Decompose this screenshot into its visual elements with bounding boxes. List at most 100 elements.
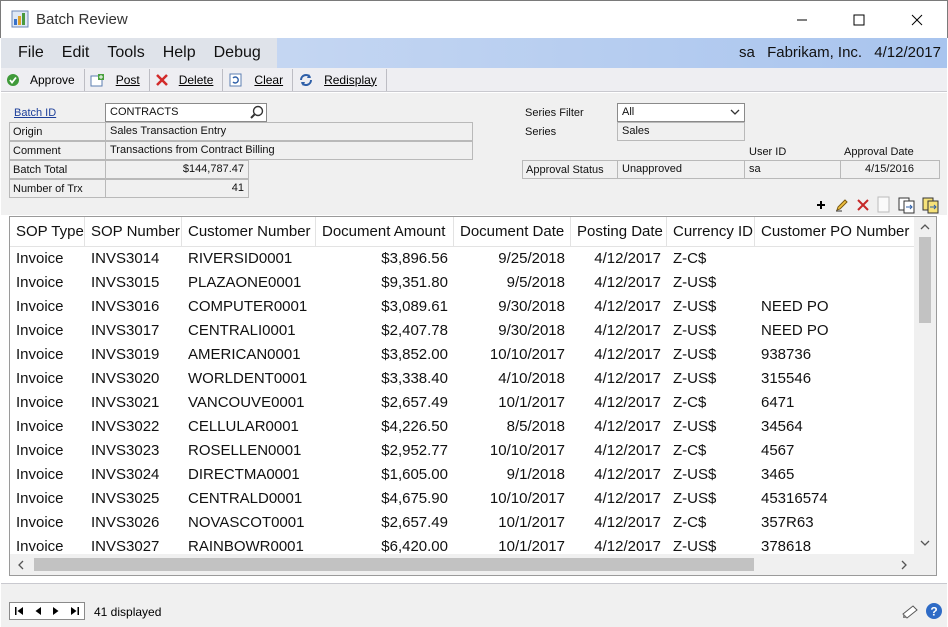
cell-currency-id: Z-US$ bbox=[673, 322, 717, 339]
add-row-icon[interactable] bbox=[814, 198, 828, 212]
table-row[interactable]: Invoice INVS3025 CENTRALD0001 $4,675.90 10/1… bbox=[10, 487, 916, 511]
cell-sop-number: INVS3022 bbox=[91, 418, 160, 435]
cell-currency-id: Z-US$ bbox=[673, 466, 717, 483]
column-posting-date[interactable]: Posting Date bbox=[571, 217, 667, 247]
cell-customer-number: CENTRALD0001 bbox=[188, 490, 303, 507]
menu-debug[interactable]: Debug bbox=[205, 44, 270, 62]
cell-sop-number: INVS3021 bbox=[91, 394, 160, 411]
cell-document-date: 8/5/2018 bbox=[506, 418, 565, 435]
cell-document-date: 4/10/2018 bbox=[498, 370, 565, 387]
cell-document-amount: $4,226.50 bbox=[381, 418, 448, 435]
approval-status-field: Unapproved bbox=[617, 160, 745, 179]
previous-record-icon[interactable] bbox=[33, 606, 43, 616]
cell-posting-date: 4/12/2017 bbox=[594, 466, 661, 483]
cell-customer-po bbox=[755, 271, 916, 295]
series-filter-select[interactable]: All bbox=[617, 103, 745, 122]
cell-document-amount: $2,657.49 bbox=[381, 514, 448, 531]
note-icon[interactable] bbox=[901, 602, 919, 620]
cell-currency-id: Z-US$ bbox=[673, 346, 717, 363]
series-filter-value: All bbox=[622, 106, 635, 118]
column-document-date[interactable]: Document Date bbox=[454, 217, 571, 247]
cell-posting-date: 4/12/2017 bbox=[594, 298, 661, 315]
menu-help[interactable]: Help bbox=[154, 44, 205, 62]
vertical-scroll-thumb[interactable] bbox=[919, 237, 931, 323]
grid-toolbar bbox=[814, 194, 940, 216]
table-row[interactable]: Invoice INVS3026 NOVASCOT0001 $2,657.49 10/1… bbox=[10, 511, 916, 535]
cell-sop-number: INVS3024 bbox=[91, 466, 160, 483]
vertical-scrollbar[interactable] bbox=[914, 217, 936, 555]
column-currency-id[interactable]: Currency ID bbox=[667, 217, 755, 247]
app-icon bbox=[11, 10, 29, 28]
delete-row-icon[interactable] bbox=[856, 198, 870, 212]
clear-button[interactable]: Clear bbox=[223, 68, 294, 91]
cell-currency-id: Z-US$ bbox=[673, 274, 717, 291]
minimize-button[interactable] bbox=[779, 1, 825, 39]
cell-document-amount: $3,896.56 bbox=[381, 250, 448, 267]
comment-label: Comment bbox=[9, 141, 106, 160]
last-record-icon[interactable] bbox=[70, 606, 80, 616]
comment-field: Transactions from Contract Billing bbox=[105, 141, 473, 160]
lookup-icon[interactable] bbox=[249, 104, 265, 120]
horizontal-scroll-thumb[interactable] bbox=[34, 558, 754, 571]
table-row[interactable]: Invoice INVS3021 VANCOUVE0001 $2,657.49 10/1… bbox=[10, 391, 916, 415]
collapse-rows-icon[interactable] bbox=[922, 196, 940, 214]
column-sop-number[interactable]: SOP Number bbox=[85, 217, 182, 247]
cell-document-date: 10/1/2017 bbox=[498, 394, 565, 411]
cell-customer-number: CELLULAR0001 bbox=[188, 418, 299, 435]
cell-document-date: 9/5/2018 bbox=[506, 274, 565, 291]
table-row[interactable]: Invoice INVS3024 DIRECTMA0001 $1,605.00 9/1/… bbox=[10, 463, 916, 487]
batch-id-link[interactable]: Batch ID bbox=[11, 104, 106, 123]
scroll-up-icon[interactable] bbox=[919, 223, 931, 231]
menu-edit[interactable]: Edit bbox=[53, 44, 99, 62]
batch-id-field[interactable]: CONTRACTS bbox=[105, 103, 267, 122]
cell-sop-number: INVS3025 bbox=[91, 490, 160, 507]
menu-file[interactable]: File bbox=[1, 44, 53, 62]
user-id-field: sa bbox=[744, 160, 841, 179]
scroll-left-icon[interactable] bbox=[17, 559, 25, 571]
column-customer-po[interactable]: Customer PO Number bbox=[755, 217, 916, 247]
table-row[interactable]: Invoice INVS3015 PLAZAONE0001 $9,351.80 9/5/… bbox=[10, 271, 916, 295]
scroll-right-icon[interactable] bbox=[900, 559, 908, 571]
transactions-grid[interactable]: SOP Type SOP Number Customer Number Docu… bbox=[9, 216, 937, 576]
table-row[interactable]: Invoice INVS3016 COMPUTER0001 $3,089.61 9/30… bbox=[10, 295, 916, 319]
cell-sop-number: INVS3020 bbox=[91, 370, 160, 387]
column-document-amount[interactable]: Document Amount bbox=[316, 217, 454, 247]
table-row[interactable]: Invoice INVS3019 AMERICAN0001 $3,852.00 10/1… bbox=[10, 343, 916, 367]
cell-sop-type: Invoice bbox=[16, 466, 64, 483]
approve-button[interactable]: Approve bbox=[1, 68, 85, 91]
close-button[interactable] bbox=[894, 1, 940, 39]
document-icon[interactable] bbox=[876, 196, 892, 214]
cell-document-date: 10/10/2017 bbox=[489, 490, 565, 507]
post-button[interactable]: Post bbox=[85, 68, 150, 91]
next-record-icon[interactable] bbox=[51, 606, 61, 616]
cell-document-date: 9/30/2018 bbox=[498, 322, 565, 339]
delete-button[interactable]: Delete bbox=[150, 68, 224, 91]
cell-customer-po: 315546 bbox=[761, 370, 812, 387]
redisplay-button[interactable]: Redisplay bbox=[293, 68, 387, 91]
cell-customer-number: RIVERSID0001 bbox=[188, 250, 293, 267]
table-row[interactable]: Invoice INVS3020 WORLDENT0001 $3,338.40 4/10… bbox=[10, 367, 916, 391]
help-icon[interactable]: ? bbox=[925, 602, 943, 620]
column-sop-type[interactable]: SOP Type bbox=[10, 217, 85, 247]
table-row[interactable]: Invoice INVS3017 CENTRALI0001 $2,407.78 9/30… bbox=[10, 319, 916, 343]
menu-tools[interactable]: Tools bbox=[98, 44, 153, 62]
cell-sop-type: Invoice bbox=[16, 274, 64, 291]
clear-icon bbox=[229, 73, 242, 86]
cell-document-amount: $2,407.78 bbox=[381, 322, 448, 339]
horizontal-scrollbar[interactable] bbox=[10, 554, 936, 575]
first-record-icon[interactable] bbox=[14, 606, 24, 616]
cell-posting-date: 4/12/2017 bbox=[594, 394, 661, 411]
table-row[interactable]: Invoice INVS3023 ROSELLEN0001 $2,952.77 10/1… bbox=[10, 439, 916, 463]
approval-status-label: Approval Status bbox=[522, 160, 618, 179]
series-field: Sales bbox=[617, 122, 745, 141]
edit-icon[interactable] bbox=[834, 197, 850, 213]
cell-posting-date: 4/12/2017 bbox=[594, 274, 661, 291]
scroll-down-icon[interactable] bbox=[919, 539, 931, 547]
origin-field: Sales Transaction Entry bbox=[105, 122, 473, 141]
column-customer-number[interactable]: Customer Number bbox=[182, 217, 316, 247]
table-row[interactable]: Invoice INVS3022 CELLULAR0001 $4,226.50 8/5/… bbox=[10, 415, 916, 439]
grid-rows: Invoice INVS3014 RIVERSID0001 $3,896.56 9/25… bbox=[10, 247, 916, 559]
maximize-button[interactable] bbox=[836, 1, 882, 39]
table-row[interactable]: Invoice INVS3014 RIVERSID0001 $3,896.56 9/25… bbox=[10, 247, 916, 271]
expand-rows-icon[interactable] bbox=[898, 196, 916, 214]
